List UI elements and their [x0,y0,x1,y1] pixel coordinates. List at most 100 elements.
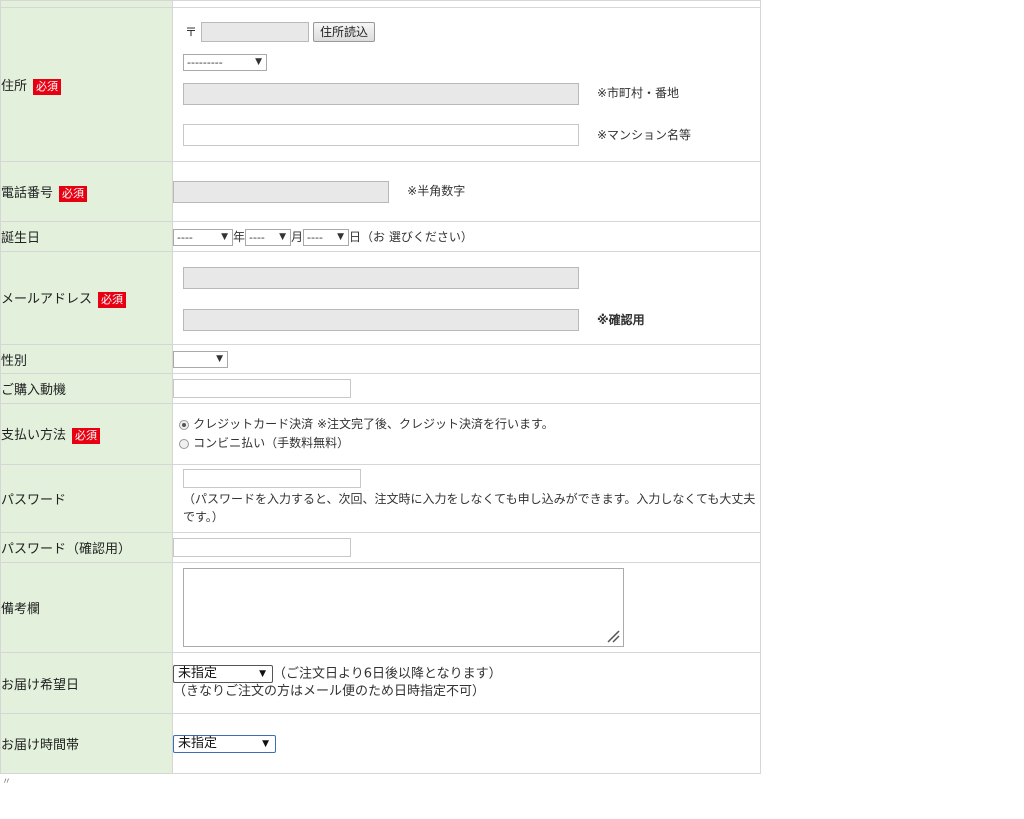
email-label-cell: メールアドレス 必須 [0,251,173,345]
motive-label-cell: ご購入動機 [0,373,173,404]
delivery-date-label: お届け希望日 [1,677,80,693]
password-confirm-label: パスワード（確認用） [1,542,132,557]
birth-month-value: ---- [249,230,265,244]
required-badge: 必須 [33,78,62,95]
email-value-cell: ※確認用 [172,251,761,345]
delivery-time-select-value: 未指定 [178,735,218,751]
delivery-date-select[interactable]: 未指定 ▼ [173,664,273,683]
birthday-hint: （お 選びください） [361,229,473,244]
birth-day-value: ---- [307,230,323,244]
delivery-time-value-cell: 未指定 ▼ [172,713,761,774]
row-phone: 電話番号 必須 ※半角数字 [0,161,761,222]
phone-label-cell: 電話番号 必須 [0,161,173,222]
chevron-down-icon: ▼ [337,231,345,242]
delivery-date-value-cell: 未指定 ▼ （ご注文日より6日後以降となります） （きなりご注文の方はメール便のため… [172,652,761,714]
city-street-input[interactable] [183,83,579,105]
row-delivery-date: お届け希望日 未指定 ▼ （ご注文日より6日後以降となります） （きなりご注文の方は… [0,652,761,714]
password-label-cell: パスワード [0,464,173,533]
month-label: 月 [291,229,304,244]
prefecture-select[interactable]: --------- ▼ [183,54,267,71]
building-note: ※マンション名等 [597,128,692,142]
remarks-textarea[interactable] [183,568,624,647]
delivery-time-label: お届け時間帯 [1,738,80,753]
delivery-time-label-cell: お届け時間帯 [0,713,173,774]
chevron-down-icon: ▼ [279,231,287,242]
row-motive: ご購入動機 [0,373,761,404]
gender-label: 性別 [1,353,28,369]
required-badge: 必須 [59,185,88,202]
required-badge: 必須 [98,292,127,308]
delivery-date-label-cell: お届け希望日 [0,652,173,714]
row-remarks: 備考欄 [0,562,761,653]
chevron-down-icon: ▼ [262,738,269,749]
payment-option-convenience-label: コンビニ払い（手数料無料） [193,436,350,450]
email-input[interactable] [183,267,579,289]
password-confirm-value-cell [172,532,761,563]
delivery-time-select[interactable]: 未指定 ▼ [173,734,276,753]
password-value-cell: （パスワードを入力すると、次回、注文時に入力をしなくても申し込みができます。入力… [172,464,761,533]
payment-value-cell: クレジットカード決済 ※注文完了後、クレジット決済を行います。 コンビニ払い（手… [172,403,761,465]
year-label: 年 [233,229,246,244]
payment-label: 支払い方法 [1,428,67,443]
delivery-date-select-value: 未指定 [178,665,218,681]
payment-option-credit[interactable]: クレジットカード決済 ※注文完了後、クレジット決済を行います。 [179,415,760,434]
email-confirm-input[interactable] [183,309,579,331]
footer-mark: 〃 [2,777,12,787]
day-label: 日 [349,229,362,244]
gender-select[interactable]: ▼ [173,350,228,368]
email-confirm-note: ※確認用 [597,313,645,327]
previous-row [0,0,761,8]
birth-year-select[interactable]: ---- ▼ [173,228,233,246]
row-password-confirm: パスワード（確認用） [0,532,761,563]
phone-note: ※半角数字 [407,184,466,198]
chevron-down-icon: ▼ [216,353,223,364]
radio-button[interactable] [179,438,189,449]
password-confirm-input[interactable] [173,538,351,557]
motive-input[interactable] [173,379,351,398]
previous-row-label [0,0,173,8]
resize-grip-icon[interactable] [606,629,620,643]
required-badge: 必須 [72,428,101,444]
birth-day-select[interactable]: ---- ▼ [303,228,350,246]
remarks-label: 備考欄 [1,602,41,617]
row-birthday: 誕生日 ---- ▼ 年 ---- ▼ 月 ---- ▼ 日（お 選びください） [0,221,761,252]
phone-label: 電話番号 [1,185,54,201]
payment-option-credit-label: クレジットカード決済 ※注文完了後、クレジット決済を行います。 [193,417,554,431]
delivery-date-note: （ご注文日より6日後以降となります） [273,666,502,682]
email-label: メールアドレス [1,292,93,307]
chevron-down-icon: ▼ [255,57,262,67]
row-gender: 性別 ▼ [0,344,761,374]
phone-value-cell: ※半角数字 [172,161,761,222]
password-confirm-label-cell: パスワード（確認用） [0,532,173,563]
prefecture-select-value: --------- [187,56,223,69]
address-value-cell: 〒 住所読込 --------- ▼ ※市町村・番地 ※マンション名等 [172,7,761,162]
row-delivery-time: お届け時間帯 未指定 ▼ [0,713,761,774]
row-address: 住所 必須 〒 住所読込 --------- ▼ ※市町村・番地 ※マンション名等 [0,7,761,162]
order-form-table: 住所 必須 〒 住所読込 --------- ▼ ※市町村・番地 ※マンション名等 … [0,0,761,774]
building-input[interactable] [183,124,579,146]
address-lookup-button[interactable]: 住所読込 [313,22,376,42]
postal-code-input[interactable] [201,22,309,42]
previous-row-value [172,0,761,8]
password-input[interactable] [183,469,361,488]
chevron-down-icon: ▼ [259,668,266,679]
phone-input[interactable] [173,180,389,203]
remarks-label-cell: 備考欄 [0,562,173,653]
city-street-note: ※市町村・番地 [597,86,680,100]
password-label: パスワード [1,493,67,508]
birth-year-value: ---- [177,230,193,244]
row-password: パスワード （パスワードを入力すると、次回、注文時に入力をしなくても申し込みがで… [0,464,761,533]
gender-label-cell: 性別 [0,344,173,374]
gender-value-cell: ▼ [172,344,761,374]
birthday-value-cell: ---- ▼ 年 ---- ▼ 月 ---- ▼ 日（お 選びください） [172,221,761,252]
delivery-date-note-mail: （きなりご注文の方はメール便のため日時指定不可） [173,684,486,700]
birth-month-select[interactable]: ---- ▼ [245,228,292,246]
password-hint: （パスワードを入力すると、次回、注文時に入力をしなくても申し込みができます。入力… [183,492,756,524]
radio-button-checked[interactable] [179,419,189,430]
chevron-down-icon: ▼ [221,231,228,242]
birthday-label: 誕生日 [1,231,41,246]
payment-option-convenience[interactable]: コンビニ払い（手数料無料） [179,434,760,453]
address-label-cell: 住所 必須 [0,7,173,162]
remarks-value-cell [172,562,761,653]
row-email: メールアドレス 必須 ※確認用 [0,251,761,345]
